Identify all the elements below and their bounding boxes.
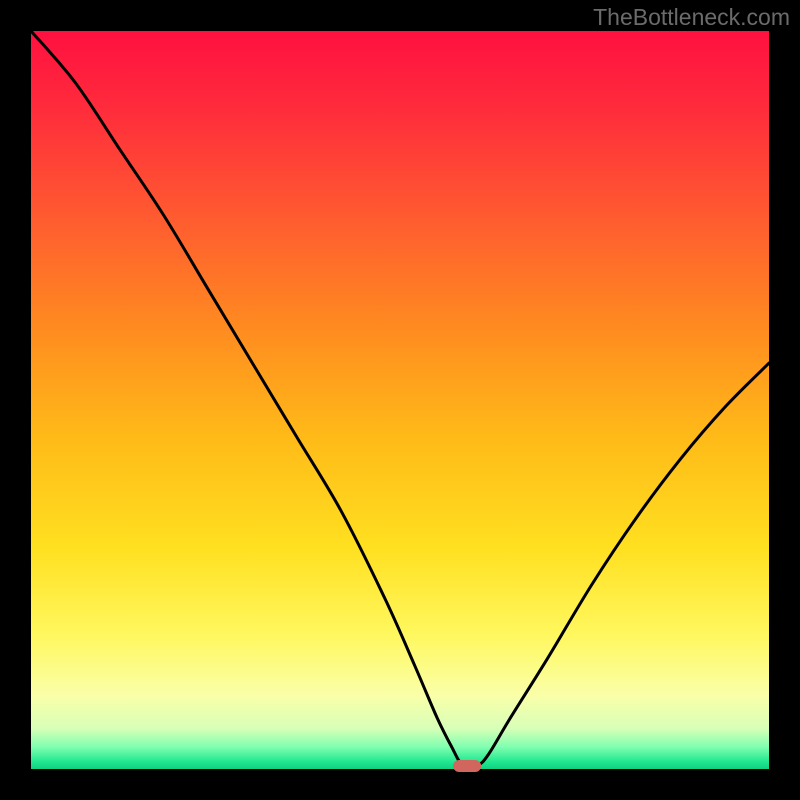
bottleneck-chart: TheBottleneck.com: [0, 0, 800, 800]
minimum-marker: [453, 760, 481, 772]
gradient-background: [31, 31, 769, 769]
watermark-label: TheBottleneck.com: [593, 4, 790, 31]
chart-svg: [0, 0, 800, 800]
